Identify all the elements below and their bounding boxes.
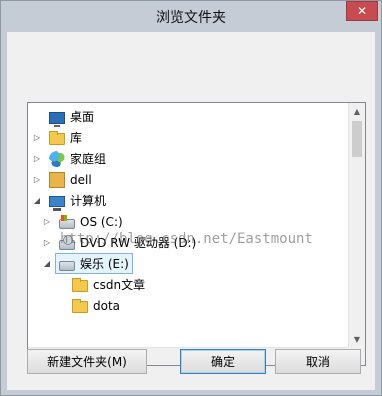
tree-item-label: 桌面 bbox=[70, 110, 95, 124]
tree-item-label-wrap: OS (C:) bbox=[55, 211, 127, 232]
ok-button[interactable]: 确定 bbox=[180, 349, 266, 374]
tree-item-label: csdn文章 bbox=[93, 278, 146, 292]
tree-item-label-wrap: dell bbox=[45, 169, 96, 190]
tree-item-homegroup[interactable]: ▷ 家庭组 bbox=[32, 148, 332, 169]
homegroup-icon bbox=[49, 150, 65, 167]
vertical-scrollbar[interactable]: ▲ ▼ bbox=[348, 103, 365, 347]
tree-item-label-wrap: 桌面 bbox=[45, 106, 98, 127]
cancel-button[interactable]: 取消 bbox=[275, 349, 361, 374]
windows-drive-icon bbox=[59, 214, 75, 229]
tree-item-drive-e[interactable]: ◢ 娱乐 (E:) bbox=[42, 253, 342, 274]
user-folder-icon bbox=[49, 171, 65, 188]
desktop-icon bbox=[49, 111, 65, 127]
scroll-down-icon[interactable]: ▼ bbox=[349, 331, 365, 347]
tree-item-dota-folder[interactable]: dota bbox=[55, 295, 355, 316]
expander-icon bbox=[32, 112, 42, 122]
tree-item-label: dell bbox=[70, 172, 92, 187]
tree-item-csdn-folder[interactable]: csdn文章 bbox=[55, 274, 355, 295]
collapse-arrow-icon[interactable]: ◢ bbox=[42, 259, 52, 269]
title-bar[interactable]: 浏览文件夹 ✕ bbox=[1, 1, 381, 31]
folder-icon bbox=[72, 278, 88, 292]
new-folder-button[interactable]: 新建文件夹(M) bbox=[27, 349, 147, 374]
tree-item-desktop[interactable]: 桌面 bbox=[32, 106, 332, 127]
tree-rows: 桌面 ▷ 库 ▷ 家庭组 ▷ dell ◢ 计算机 ▷ OS (C:) ▷ DV… bbox=[28, 103, 346, 347]
tree-item-drive-d[interactable]: ▷ DVD RW 驱动器 (D:) bbox=[42, 232, 342, 253]
drive-icon bbox=[59, 260, 75, 271]
expand-arrow-icon[interactable]: ▷ bbox=[32, 133, 42, 143]
tree-item-library[interactable]: ▷ 库 bbox=[32, 127, 332, 148]
scroll-up-icon[interactable]: ▲ bbox=[349, 103, 365, 119]
tree-item-label-wrap: csdn文章 bbox=[68, 274, 149, 295]
expander-placeholder bbox=[55, 301, 65, 311]
expand-arrow-icon[interactable]: ▷ bbox=[42, 217, 52, 227]
tree-item-label: DVD RW 驱动器 (D:) bbox=[80, 236, 197, 250]
tree-item-label: 计算机 bbox=[70, 194, 107, 208]
folder-icon bbox=[72, 299, 88, 313]
computer-icon bbox=[49, 196, 65, 211]
tree-item-dell[interactable]: ▷ dell bbox=[32, 169, 332, 190]
expand-arrow-icon[interactable]: ▷ bbox=[42, 238, 52, 248]
tree-item-label-wrap: dota bbox=[68, 295, 124, 316]
dialog-body: 桌面 ▷ 库 ▷ 家庭组 ▷ dell ◢ 计算机 ▷ OS (C:) ▷ DV… bbox=[7, 32, 375, 390]
tree-item-label-wrap: 库 bbox=[45, 127, 86, 148]
tree-item-label-wrap: 家庭组 bbox=[45, 148, 110, 169]
collapse-arrow-icon[interactable]: ◢ bbox=[32, 196, 42, 206]
expander-placeholder bbox=[55, 280, 65, 290]
dvd-drive-icon bbox=[59, 234, 75, 250]
tree-item-label: OS (C:) bbox=[80, 214, 123, 229]
expand-arrow-icon[interactable]: ▷ bbox=[32, 175, 42, 185]
expand-arrow-icon[interactable]: ▷ bbox=[32, 154, 42, 164]
tree-item-label: 家庭组 bbox=[70, 152, 107, 166]
dialog-title: 浏览文件夹 bbox=[156, 10, 226, 26]
browse-folder-dialog: 浏览文件夹 ✕ 桌面 ▷ 库 ▷ 家庭组 ▷ dell ◢ 计算机 ▷ OS (… bbox=[0, 0, 382, 396]
close-button[interactable]: ✕ bbox=[346, 1, 378, 21]
vertical-scroll-thumb[interactable] bbox=[352, 121, 362, 157]
tree-item-label-wrap: 计算机 bbox=[45, 190, 110, 211]
tree-item-label: dota bbox=[93, 298, 121, 313]
tree-item-label-wrap: DVD RW 驱动器 (D:) bbox=[55, 232, 200, 253]
folder-tree[interactable]: 桌面 ▷ 库 ▷ 家庭组 ▷ dell ◢ 计算机 ▷ OS (C:) ▷ DV… bbox=[27, 102, 366, 366]
tree-item-label: 娱乐 (E:) bbox=[80, 257, 129, 271]
tree-item-label-wrap: 娱乐 (E:) bbox=[55, 253, 133, 274]
tree-item-computer[interactable]: ◢ 计算机 bbox=[32, 190, 332, 211]
library-folder-icon bbox=[49, 131, 65, 145]
close-icon: ✕ bbox=[356, 4, 368, 18]
tree-item-label: 库 bbox=[70, 131, 83, 145]
tree-item-drive-c[interactable]: ▷ OS (C:) bbox=[42, 211, 342, 232]
